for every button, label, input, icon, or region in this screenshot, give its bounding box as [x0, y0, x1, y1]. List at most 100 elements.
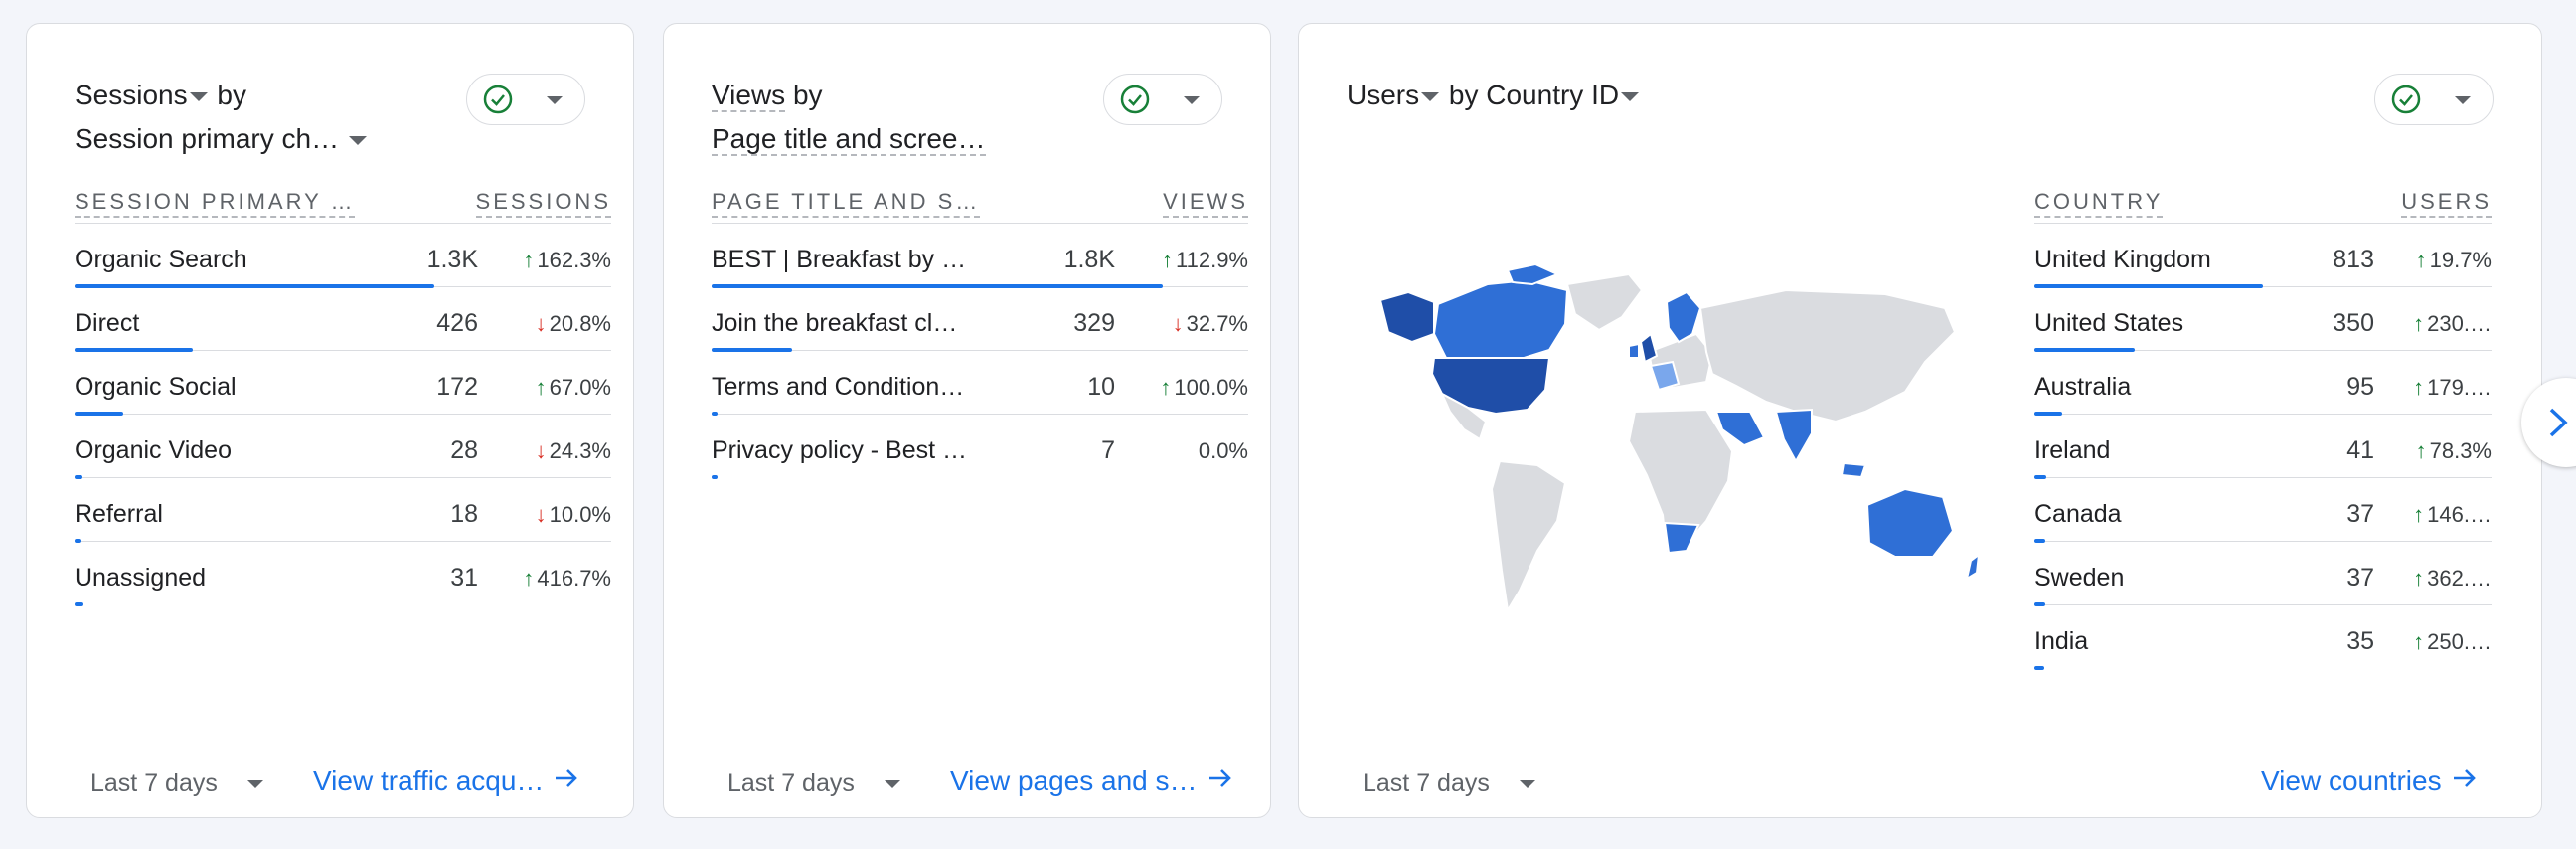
table-row[interactable]: Direct 426 ↓ 20.8%: [75, 287, 611, 352]
row-change: ↑ 362.…: [2413, 566, 2492, 592]
row-metric-value: 37: [2346, 564, 2374, 592]
table-row[interactable]: Terms and Condition… 10 ↑ 100.0%: [712, 351, 1248, 416]
dimension-selector[interactable]: Page title and scree…: [712, 123, 986, 156]
row-share-bar: [75, 602, 83, 606]
row-share-bar: [712, 475, 718, 479]
compare-toggle[interactable]: [2374, 74, 2494, 125]
table-row[interactable]: Organic Search 1.3K ↑ 162.3%: [75, 224, 611, 288]
column-header-metric[interactable]: VIEWS: [1163, 189, 1248, 218]
row-change: ↑ 146.…: [2413, 502, 2492, 528]
column-header-metric[interactable]: USERS: [2401, 189, 2492, 218]
row-change: ↑ 67.0%: [536, 375, 611, 401]
arrow-right-icon: [1208, 765, 1233, 797]
arrow-right-icon: [554, 765, 579, 797]
table-row[interactable]: Organic Social 172 ↑ 67.0%: [75, 351, 611, 416]
table-row[interactable]: Sweden 37 ↑ 362.…: [2034, 542, 2492, 606]
date-range-selector[interactable]: Last 7 days: [1363, 769, 1535, 798]
arrow-up-icon: ↑: [523, 248, 535, 272]
row-dimension-value: BEST | Breakfast by …: [712, 246, 967, 273]
dimension-selector[interactable]: Session primary ch…: [75, 117, 369, 161]
map-continent-asia: [1698, 288, 1957, 424]
table-row[interactable]: Organic Video 28 ↓ 24.3%: [75, 415, 611, 479]
row-metric-value: 350: [2333, 309, 2374, 337]
row-dimension-value: Unassigned: [75, 564, 207, 592]
table-row[interactable]: BEST | Breakfast by … 1.8K ↑ 112.9%: [712, 224, 1248, 288]
row-change-value: 20.8%: [549, 311, 611, 336]
table-row[interactable]: Ireland 41 ↑ 78.3%: [2034, 415, 2492, 479]
map-country-australia: [1865, 487, 1955, 558]
view-traffic-acquisition-link[interactable]: View traffic acqu…: [313, 765, 579, 797]
arrow-right-icon: [2452, 765, 2478, 797]
compare-toggle[interactable]: [466, 74, 585, 125]
row-dimension-value: Organic Social: [75, 373, 237, 401]
row-change: ↑ 179.…: [2413, 375, 2492, 401]
view-countries-link[interactable]: View countries: [2261, 765, 2478, 797]
table-row[interactable]: United Kingdom 813 ↑ 19.7%: [2034, 224, 2492, 288]
chevron-down-icon: [2455, 96, 2471, 104]
caret-down-icon: [1621, 92, 1640, 102]
row-change-value: 24.3%: [549, 438, 611, 463]
column-header-metric[interactable]: SESSIONS: [475, 189, 611, 218]
row-metric-value: 95: [2346, 373, 2374, 401]
map-country-alaska: [1378, 290, 1435, 344]
map-country-south-africa: [1663, 521, 1700, 555]
row-metric-value: 172: [436, 373, 478, 401]
table-row[interactable]: India 35 ↑ 250.…: [2034, 605, 2492, 670]
table-body: BEST | Breakfast by … 1.8K ↑ 112.9% Join the…: [712, 224, 1248, 479]
chevron-down-icon: [246, 780, 263, 789]
row-metric-value: 1.3K: [426, 246, 478, 273]
row-change-value: 250.…: [2427, 629, 2492, 654]
table-row[interactable]: Canada 37 ↑ 146.…: [2034, 478, 2492, 543]
map-region-southeast-asia: [1840, 461, 1867, 479]
metric-selector[interactable]: Views: [712, 80, 786, 112]
row-dimension-value: India: [2034, 627, 2089, 655]
row-change: ↓ 32.7%: [1173, 311, 1248, 337]
metric-selector[interactable]: Sessions: [75, 80, 210, 110]
row-change-value: 230.…: [2427, 311, 2492, 336]
table-body: Organic Search 1.3K ↑ 162.3% Direct 426 ↓ 20.8%…: [75, 224, 611, 606]
column-header-dimension[interactable]: PAGE TITLE AND S…: [712, 189, 981, 218]
map-country-new-zealand: [1965, 552, 1981, 582]
arrow-down-icon: ↓: [1172, 311, 1184, 336]
chevron-down-icon: [547, 96, 563, 104]
table-row[interactable]: United States 350 ↑ 230.…: [2034, 287, 2492, 352]
row-dimension-value: Australia: [2034, 373, 2132, 401]
row-change: ↑ 230.…: [2413, 311, 2492, 337]
column-header-dimension[interactable]: SESSION PRIMARY …: [75, 189, 356, 218]
arrow-down-icon: ↓: [535, 438, 547, 463]
world-map[interactable]: [1368, 262, 1985, 630]
arrow-up-icon: ↑: [2413, 566, 2425, 591]
map-country-ireland: [1628, 342, 1640, 359]
caret-down-icon: [348, 136, 367, 146]
metric-selector[interactable]: Users: [1347, 80, 1441, 110]
row-change-value: 67.0%: [549, 375, 611, 400]
data-table: PAGE TITLE AND S… VIEWS BEST | Breakfast…: [712, 183, 1248, 479]
table-row[interactable]: Join the breakfast cl… 329 ↓ 32.7%: [712, 287, 1248, 352]
view-pages-link[interactable]: View pages and s…: [950, 765, 1233, 797]
row-change: 0.0%: [1199, 438, 1248, 464]
data-table: COUNTRY USERS United Kingdom 813 ↑ 19.7% Uni…: [2034, 183, 2492, 670]
row-metric-value: 18: [450, 500, 478, 528]
compare-toggle[interactable]: [1103, 74, 1222, 125]
row-dimension-value: United States: [2034, 309, 2184, 337]
table-row[interactable]: Unassigned 31 ↑ 416.7%: [75, 542, 611, 606]
row-metric-value: 10: [1087, 373, 1115, 401]
table-row[interactable]: Australia 95 ↑ 179.…: [2034, 351, 2492, 416]
table-row[interactable]: Privacy policy - Best … 7 0.0%: [712, 415, 1248, 479]
row-metric-value: 41: [2346, 436, 2374, 464]
card-title: Views by Page title and scree…: [712, 80, 986, 156]
table-row[interactable]: Referral 18 ↓ 10.0%: [75, 478, 611, 543]
row-dimension-value: Organic Search: [75, 246, 247, 273]
row-change-value: 10.0%: [549, 502, 611, 527]
users-by-country-card: Users by Country ID COUNTRY USERS United…: [1298, 23, 2542, 818]
date-range-selector[interactable]: Last 7 days: [727, 769, 900, 798]
row-change: ↓ 24.3%: [536, 438, 611, 464]
map-region-western-europe: [1649, 360, 1681, 392]
views-card: Views by Page title and scree… PAGE TITL…: [663, 23, 1271, 818]
row-metric-value: 31: [450, 564, 478, 592]
column-header-dimension[interactable]: COUNTRY: [2034, 189, 2164, 218]
row-dimension-value: Direct: [75, 309, 140, 337]
dimension-selector[interactable]: Country ID: [1486, 80, 1641, 110]
chevron-down-icon: [1184, 96, 1200, 104]
date-range-selector[interactable]: Last 7 days: [90, 769, 263, 798]
